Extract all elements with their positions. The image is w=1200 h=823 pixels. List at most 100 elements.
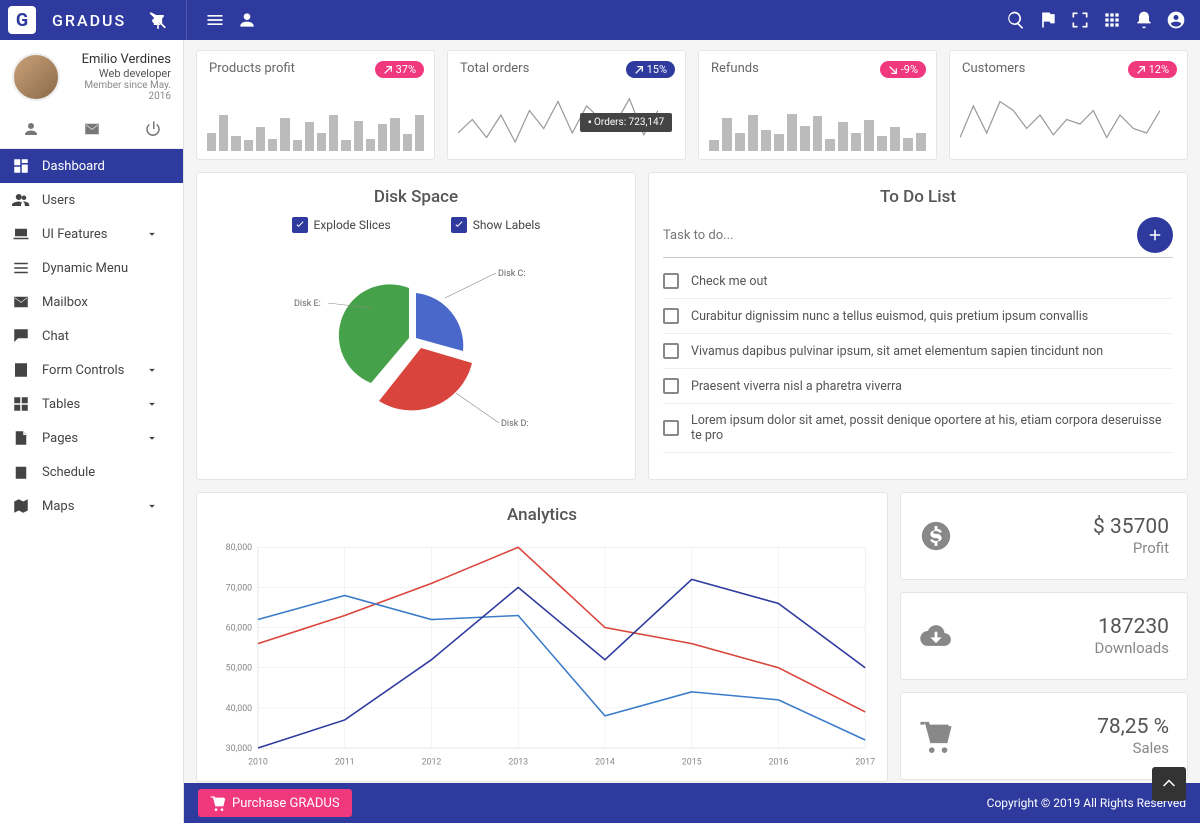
nav-item-users[interactable]: Users <box>0 183 183 217</box>
nav-item-schedule[interactable]: Schedule <box>0 455 183 489</box>
todo-item[interactable]: Lorem ipsum dolor sit amet, possit deniq… <box>663 404 1173 453</box>
nav-item-mailbox[interactable]: Mailbox <box>0 285 183 319</box>
user-role: Web developer <box>70 67 171 80</box>
explode-checkbox[interactable]: Explode Slices <box>292 217 391 233</box>
topbar: G GRADUS <box>0 0 1200 40</box>
todo-checkbox[interactable] <box>663 273 679 289</box>
stat-card-0[interactable]: Products profit 37% <box>196 50 435 160</box>
kpi-profit[interactable]: $ 35700Profit <box>900 492 1188 580</box>
kpi-label: Downloads <box>1094 639 1169 657</box>
search-icon[interactable] <box>1006 10 1026 30</box>
svg-text:40,000: 40,000 <box>226 704 253 714</box>
svg-text:60,000: 60,000 <box>226 624 253 634</box>
analytics-chart: 30,000 40,000 50,000 60,000 70,000 80,000 2010… <box>209 535 875 775</box>
svg-text:2013: 2013 <box>508 758 528 768</box>
nav-item-pages[interactable]: Pages <box>0 421 183 455</box>
cart-icon <box>210 795 226 811</box>
avatar[interactable] <box>12 53 60 101</box>
svg-text:2012: 2012 <box>422 758 442 768</box>
apps-icon[interactable] <box>1102 10 1122 30</box>
chevron-down-icon <box>145 397 159 411</box>
user-member: Member since May. 2016 <box>70 80 171 102</box>
power-icon[interactable] <box>144 120 162 138</box>
fullscreen-icon[interactable] <box>1070 10 1090 30</box>
nav-label: Schedule <box>42 465 95 480</box>
stat-badge: -9% <box>880 61 926 78</box>
todo-checkbox[interactable] <box>663 343 679 359</box>
menu-icon[interactable] <box>205 10 225 30</box>
user-actions <box>0 114 183 149</box>
kpi-label: Profit <box>1093 539 1169 557</box>
stat-row: Products profit 37%Total orders 15%▪ Ord… <box>196 50 1188 160</box>
svg-text:2010: 2010 <box>248 758 268 768</box>
disk-pie-chart: Disk C: Disk D: Disk E: <box>211 243 621 443</box>
todo-checkbox[interactable] <box>663 308 679 324</box>
dashboard-icon <box>12 157 30 175</box>
user-name: Emilio Verdines <box>70 52 171 67</box>
account-icon[interactable] <box>1166 10 1186 30</box>
disk-title: Disk Space <box>211 187 621 207</box>
stat-card-1[interactable]: Total orders 15%▪ Orders: 723,147 <box>447 50 686 160</box>
nav-item-dynamic-menu[interactable]: Dynamic Menu <box>0 251 183 285</box>
grid-icon <box>12 395 30 413</box>
svg-text:70,000: 70,000 <box>226 583 253 593</box>
pin-off-icon[interactable] <box>148 10 168 30</box>
todo-item[interactable]: Check me out <box>663 264 1173 299</box>
person-icon[interactable] <box>237 10 257 30</box>
nav-item-ui-features[interactable]: UI Features <box>0 217 183 251</box>
todo-item[interactable]: Vivamus dapibus pulvinar ipsum, sit amet… <box>663 334 1173 369</box>
purchase-button[interactable]: Purchase GRADUS <box>198 789 352 817</box>
add-todo-button[interactable] <box>1137 217 1173 253</box>
kpi-downloads[interactable]: 187230Downloads <box>900 592 1188 680</box>
cart-icon <box>919 719 953 753</box>
todo-text: Check me out <box>691 274 767 289</box>
svg-text:2015: 2015 <box>682 758 702 768</box>
nav-item-dashboard[interactable]: Dashboard <box>0 149 183 183</box>
todo-checkbox[interactable] <box>663 420 679 436</box>
logo-text[interactable]: GRADUS <box>52 11 126 30</box>
todo-checkbox[interactable] <box>663 378 679 394</box>
chat-icon <box>12 327 30 345</box>
flag-icon[interactable] <box>1038 10 1058 30</box>
svg-text:50,000: 50,000 <box>226 664 253 674</box>
stat-badge: 37% <box>375 61 424 78</box>
chevron-down-icon <box>145 363 159 377</box>
analytics-panel: Analytics 30,000 40,000 50,000 60,000 70,000… <box>196 492 888 782</box>
disk-space-panel: Disk Space Explode Slices Show Labels Di… <box>196 172 636 480</box>
stat-card-3[interactable]: Customers 12% <box>949 50 1188 160</box>
mail-icon[interactable] <box>83 120 101 138</box>
kpi-sales[interactable]: 78,25 %Sales <box>900 692 1188 780</box>
stat-badge: 15% <box>626 61 675 78</box>
map-icon <box>12 497 30 515</box>
calendar-icon <box>12 463 30 481</box>
labels-checkbox[interactable]: Show Labels <box>451 217 541 233</box>
nav-label: Dashboard <box>42 159 105 174</box>
svg-text:30,000: 30,000 <box>226 744 253 754</box>
todo-input[interactable] <box>663 228 1137 243</box>
todo-title: To Do List <box>663 187 1173 207</box>
analytics-title: Analytics <box>209 505 875 525</box>
nav-item-tables[interactable]: Tables <box>0 387 183 421</box>
todo-item[interactable]: Curabitur dignissim nunc a tellus euismo… <box>663 299 1173 334</box>
nav-item-maps[interactable]: Maps <box>0 489 183 523</box>
mail-icon <box>12 293 30 311</box>
todo-item[interactable]: Praesent viverra nisl a pharetra viverra <box>663 369 1173 404</box>
chevron-down-icon <box>145 499 159 513</box>
bell-icon[interactable] <box>1134 10 1154 30</box>
nav-item-chat[interactable]: Chat <box>0 319 183 353</box>
stat-card-2[interactable]: Refunds -9% <box>698 50 937 160</box>
chevron-down-icon <box>145 227 159 241</box>
todo-text: Praesent viverra nisl a pharetra viverra <box>691 379 902 394</box>
nav-label: Mailbox <box>42 295 88 310</box>
form-icon <box>12 361 30 379</box>
svg-text:80,000: 80,000 <box>226 543 253 553</box>
nav-item-form-controls[interactable]: Form Controls <box>0 353 183 387</box>
logo-badge[interactable]: G <box>8 6 36 34</box>
scroll-top-button[interactable] <box>1152 767 1186 801</box>
footer: Purchase GRADUS Copyright © 2019 All Rig… <box>184 783 1200 823</box>
sidebar: Emilio Verdines Web developer Member sin… <box>0 40 184 823</box>
svg-text:2014: 2014 <box>595 758 615 768</box>
todo-text: Lorem ipsum dolor sit amet, possit deniq… <box>691 413 1173 443</box>
nav-label: Form Controls <box>42 363 124 378</box>
profile-icon[interactable] <box>22 120 40 138</box>
